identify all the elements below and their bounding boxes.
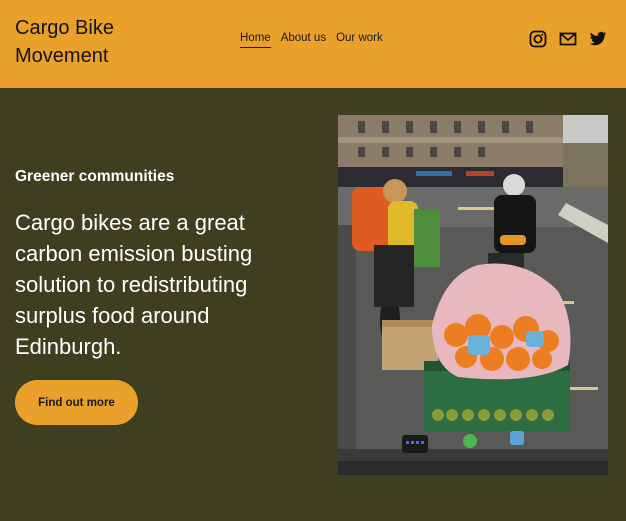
social-links: [529, 30, 607, 48]
nav-our-work[interactable]: Our work: [336, 32, 383, 48]
mail-icon[interactable]: [559, 30, 577, 48]
nav-about-us[interactable]: About us: [281, 32, 326, 48]
nav-home[interactable]: Home: [240, 32, 271, 48]
find-out-more-button[interactable]: Find out more: [15, 380, 138, 425]
hero-subtitle: Greener communities: [15, 168, 175, 185]
hero-headline: Cargo bikes are a great carbon emission …: [15, 210, 253, 359]
instagram-icon[interactable]: [529, 30, 547, 48]
twitter-icon[interactable]: [589, 30, 607, 48]
hero-photo-cargo-bikes: [338, 115, 608, 475]
site-logo-text[interactable]: Cargo Bike Movement: [15, 14, 165, 70]
site-header: Cargo Bike Movement Home About us Our wo…: [0, 0, 626, 88]
main-nav: Home About us Our work: [240, 32, 383, 48]
